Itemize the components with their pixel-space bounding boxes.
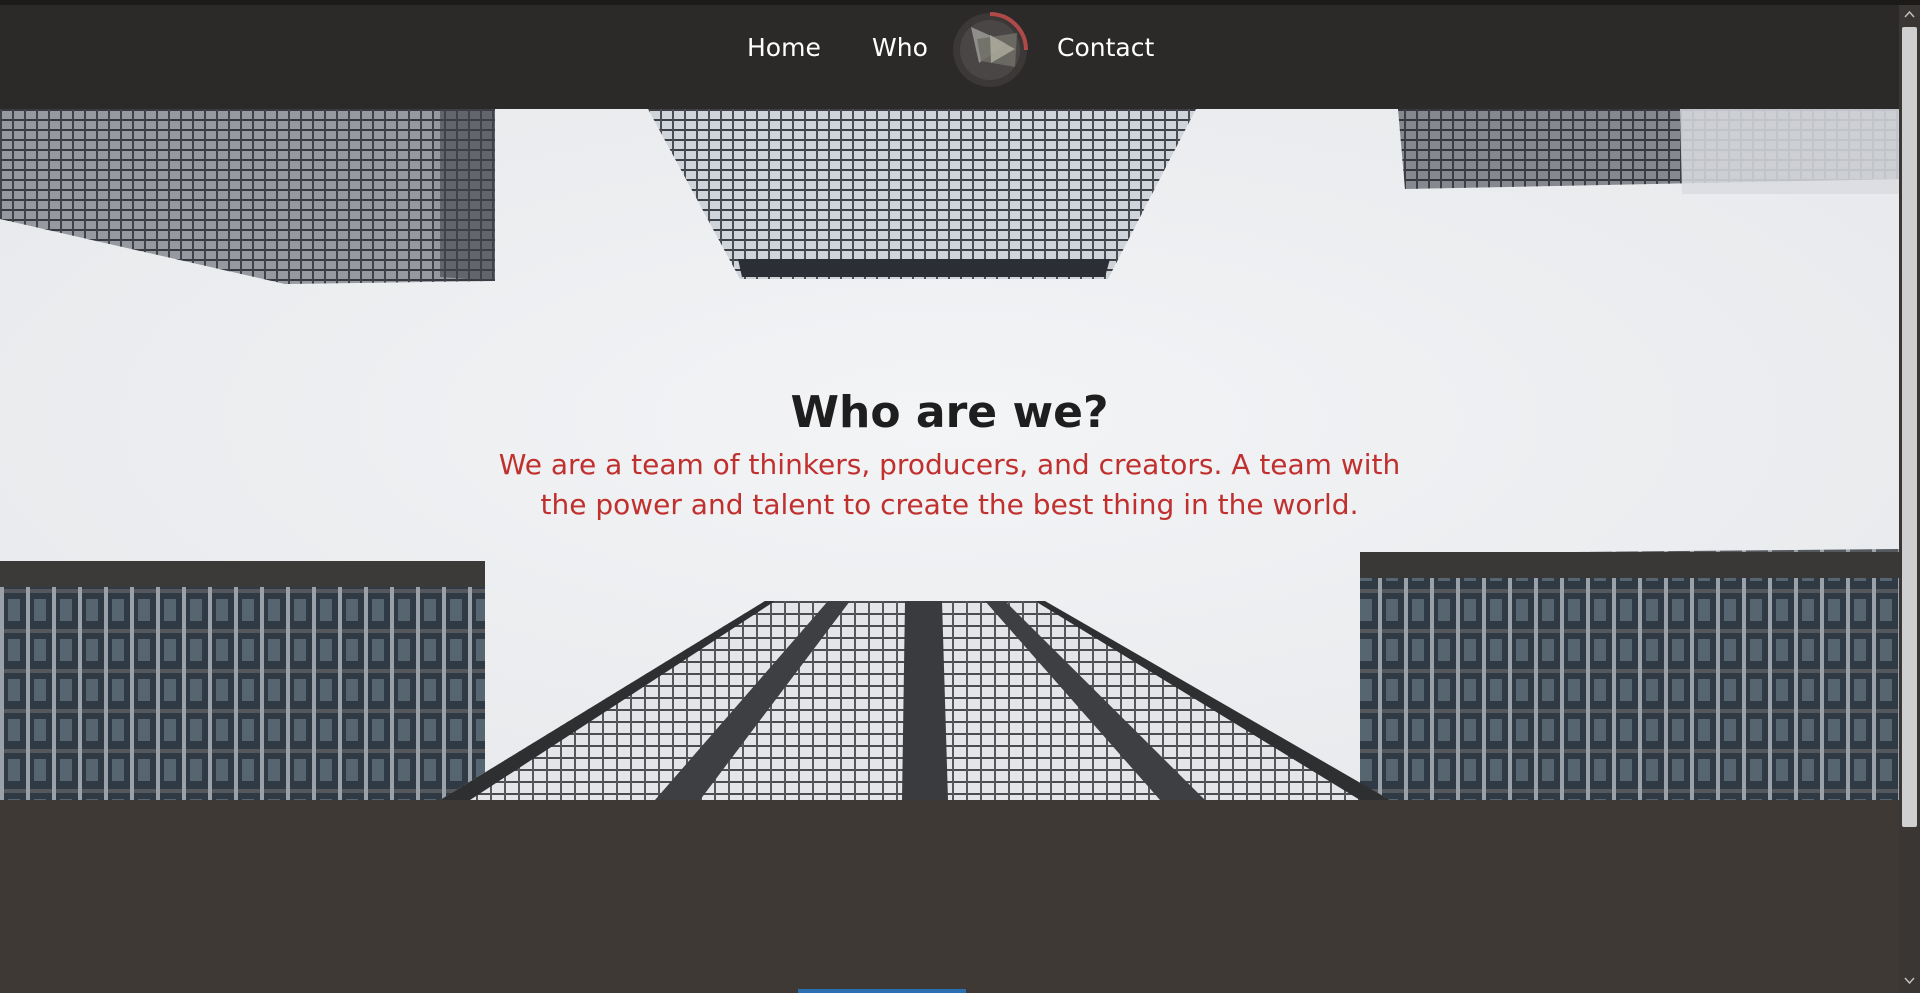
scroll-up-icon[interactable] [1904,9,1915,20]
scrollbar-thumb[interactable] [1902,27,1917,827]
scroll-down-icon[interactable] [1904,975,1915,986]
nav-link-who[interactable]: Who [872,30,928,66]
navbar: Home Who Contact [0,5,1899,109]
logo-play-icon[interactable] [951,11,1029,89]
progress-indicator [798,989,966,993]
hero-section: Who are we? We are a team of thinkers, p… [0,109,1899,800]
nav-link-contact[interactable]: Contact [1057,30,1154,66]
scrollbar[interactable] [1899,5,1920,993]
hero-title: Who are we? [790,387,1109,438]
hero-subtitle: We are a team of thinkers, producers, an… [498,448,1401,521]
content-panel [0,800,1899,993]
nav-link-home[interactable]: Home [747,30,821,66]
